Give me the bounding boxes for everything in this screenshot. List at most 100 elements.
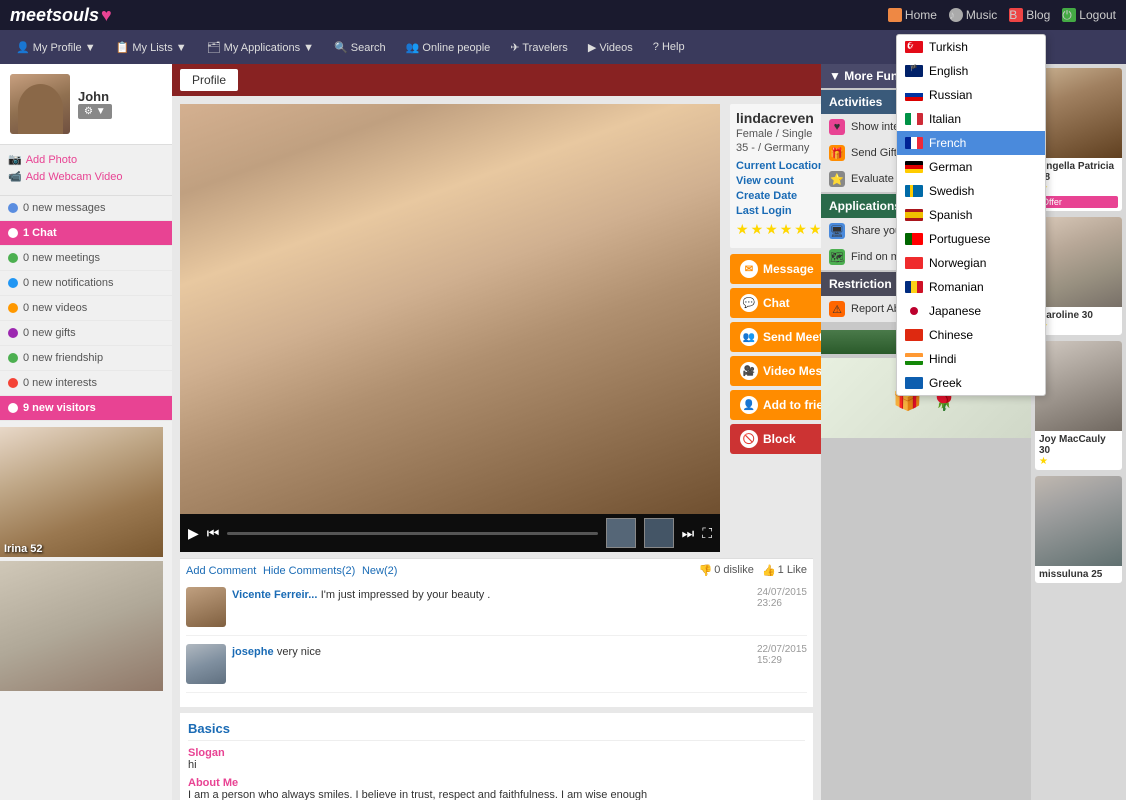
lang-french[interactable]: French [897, 131, 1045, 155]
visitors-count: 9 new visitors [23, 402, 96, 414]
lang-hindi[interactable]: Hindi [897, 347, 1045, 371]
flag-hindi [905, 353, 923, 365]
music-nav[interactable]: ♪ Music [949, 8, 997, 22]
rs-card-2[interactable]: Caroline 30 ★ [1035, 217, 1122, 335]
chat-button[interactable]: 💬 Chat [730, 288, 821, 318]
topnav-search[interactable]: 🔍 Search [326, 37, 394, 58]
lang-portuguese[interactable]: Portuguese [897, 227, 1045, 251]
notifications-count: 0 new notifications [23, 277, 114, 289]
like-count: 1 Like [778, 564, 807, 576]
logout-nav[interactable]: ⏻ Logout [1062, 8, 1116, 22]
comment-1-date: 24/07/201523:26 [757, 587, 807, 609]
hide-comments-link[interactable]: Hide Comments(2) [263, 565, 355, 577]
lang-swedish[interactable]: Swedish [897, 179, 1045, 203]
lang-russian[interactable]: Russian [897, 83, 1045, 107]
interests-count: 0 new interests [23, 377, 97, 389]
interests-dot [8, 378, 18, 388]
blog-nav[interactable]: B Blog [1009, 8, 1050, 22]
lang-greek[interactable]: Greek [897, 371, 1045, 395]
stat-gifts[interactable]: 0 new gifts [0, 321, 172, 346]
lang-portuguese-label: Portuguese [929, 232, 990, 246]
lang-russian-label: Russian [929, 88, 972, 102]
notifications-dot [8, 278, 18, 288]
view-count-label: View count [736, 175, 821, 187]
lang-romanian[interactable]: Romanian [897, 275, 1045, 299]
fullscreen-button[interactable]: ⛶ [702, 525, 712, 542]
add-friend-label: Add to friend List [763, 398, 821, 412]
add-comment-link[interactable]: Add Comment [186, 565, 256, 577]
topnav-online[interactable]: 👥 Online people [398, 37, 499, 58]
map-icon: 🗺 [829, 249, 845, 265]
current-location-label: Current Location [736, 160, 821, 172]
stat-messages[interactable]: 0 new messages [0, 196, 172, 221]
logo-heart: ♥ [101, 5, 112, 26]
lang-german[interactable]: German [897, 155, 1045, 179]
profile-tab[interactable]: Profile [180, 69, 238, 91]
flag-norwegian [905, 257, 923, 269]
rs-card-1[interactable]: Angella Patricia 28 ★ Offer [1035, 68, 1122, 211]
stat-friendship[interactable]: 0 new friendship [0, 346, 172, 371]
video-message-label: Video Message [763, 364, 821, 378]
slogan-label: Slogan [188, 747, 805, 759]
thumbsup-icon: 👍 [762, 564, 776, 577]
about-me-text: I am a person who always smiles. I belie… [188, 789, 805, 800]
like-button[interactable]: 👍 1 Like [762, 564, 807, 577]
video-controls: ▶ ⏮ ⏭ ⛶ [180, 514, 720, 552]
sidebar-photo-2[interactable] [0, 561, 163, 691]
message-button[interactable]: ✉ Message [730, 254, 821, 284]
settings-button[interactable]: ⚙ ▼ [78, 104, 112, 119]
sidebar-photo-1[interactable]: Irina 52 [0, 427, 163, 557]
lang-chinese[interactable]: Chinese [897, 323, 1045, 347]
play-button[interactable]: ▶ [188, 525, 199, 542]
thumb-2[interactable] [644, 518, 674, 548]
rs-info-4: missuluna 25 [1035, 566, 1122, 583]
prev-button[interactable]: ⏮ [207, 525, 220, 542]
comment-2-text: very nice [277, 646, 321, 658]
flag-greek [905, 377, 923, 389]
lang-norwegian[interactable]: Norwegian [897, 251, 1045, 275]
rs-name-3: Joy MacCauly 30 [1039, 434, 1118, 456]
lang-spanish[interactable]: Spanish [897, 203, 1045, 227]
restriction-label: Restriction [829, 277, 892, 291]
stat-interests[interactable]: 0 new interests [0, 371, 172, 396]
header-nav: Home ♪ Music B Blog ⏻ Logout [888, 8, 1116, 22]
messages-count: 0 new messages [23, 202, 106, 214]
dislike-button[interactable]: 👎 0 dislike [698, 564, 753, 577]
lang-english[interactable]: 🏴 English [897, 59, 1045, 83]
lang-italian[interactable]: Italian [897, 107, 1045, 131]
send-gift-label: Send Gift [851, 147, 897, 159]
meeting-icon: 👥 [740, 328, 758, 346]
abuse-icon: ⚠ [829, 301, 845, 317]
new-comments-link[interactable]: New(2) [362, 565, 397, 577]
stat-notifications[interactable]: 0 new notifications [0, 271, 172, 296]
next-button[interactable]: ⏭ [682, 525, 695, 542]
stat-videos[interactable]: 0 new videos [0, 296, 172, 321]
topnav-myprofile[interactable]: 👤 My Profile ▼ [8, 37, 104, 58]
lang-japanese[interactable]: Japanese [897, 299, 1045, 323]
comment-1-author[interactable]: Vicente Ferreir... [232, 589, 317, 601]
chat-label: Chat [763, 296, 790, 310]
block-button[interactable]: 🚫 Block [730, 424, 821, 454]
rs-card-3[interactable]: Joy MacCauly 30 ★ [1035, 341, 1122, 470]
topnav-myapps[interactable]: 🗂 My Applications ▼ [199, 37, 322, 58]
home-nav[interactable]: Home [888, 8, 937, 22]
stat-meetings[interactable]: 0 new meetings [0, 246, 172, 271]
lang-turkish[interactable]: ☪ Turkish [897, 35, 1045, 59]
add-friend-button[interactable]: 👤 Add to friend List [730, 390, 821, 420]
stat-visitors[interactable]: 9 new visitors [0, 396, 172, 421]
video-message-button[interactable]: 🎥 Video Message [730, 356, 821, 386]
topnav-help[interactable]: ? Help [645, 37, 693, 57]
add-webcam-link[interactable]: 📹 Add Webcam Video [8, 170, 164, 183]
topnav-mylists[interactable]: 📋 My Lists ▼ [108, 37, 195, 58]
rs-card-4[interactable]: missuluna 25 [1035, 476, 1122, 583]
home-icon [888, 8, 902, 22]
topnav-travelers[interactable]: ✈ Travelers [502, 37, 576, 58]
meeting-request-button[interactable]: 👥 Send Meeting Request [730, 322, 821, 352]
comment-2-author[interactable]: josephe [232, 646, 274, 658]
topnav-videos[interactable]: ▶ Videos [580, 37, 641, 58]
thumb-1[interactable] [606, 518, 636, 548]
stat-chat[interactable]: 1 Chat [0, 221, 172, 246]
add-photo-link[interactable]: 📷 Add Photo [8, 153, 164, 166]
profile-main: ▶ ⏮ ⏭ ⛶ lindacreven Female / Single 35 [180, 104, 813, 552]
rs-name-4: missuluna 25 [1039, 569, 1118, 580]
